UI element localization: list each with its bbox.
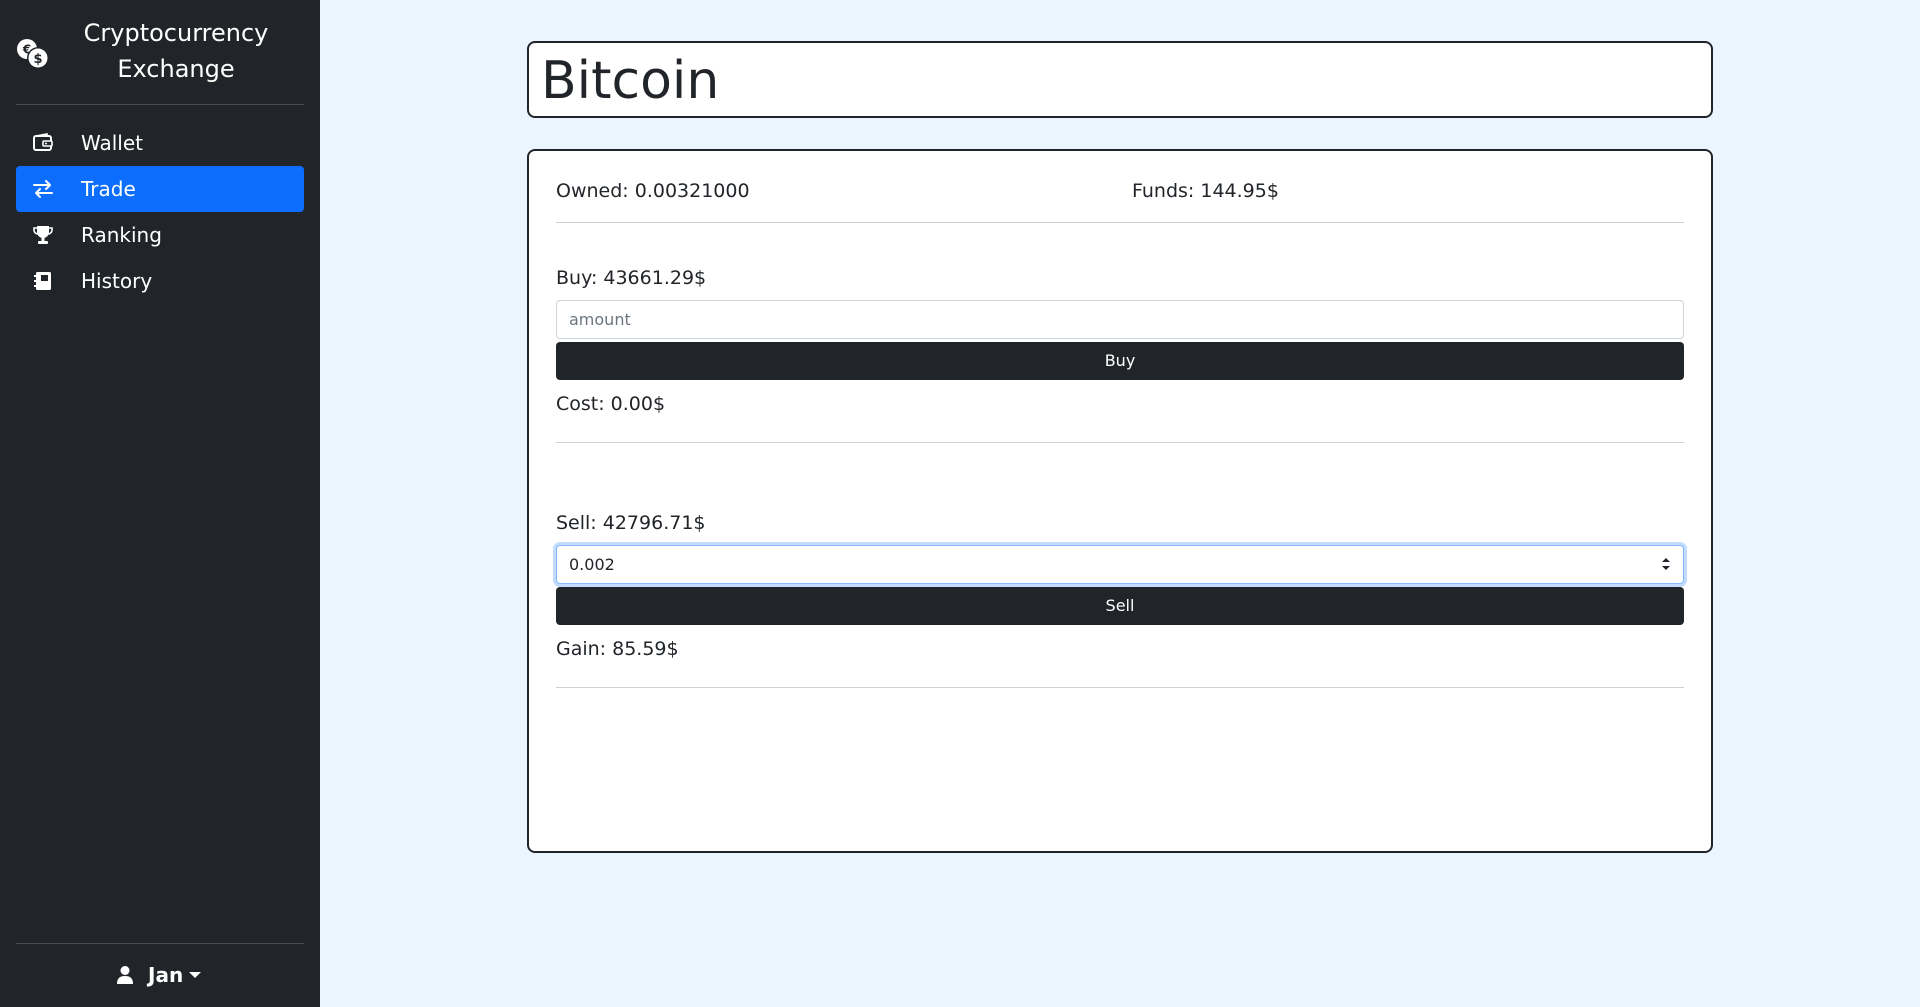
coins-icon: € $ bbox=[17, 39, 49, 69]
caret-down-icon bbox=[189, 972, 202, 978]
page-title: Bitcoin bbox=[541, 51, 720, 111]
sidebar-nav: Wallet Trade Ranking History bbox=[16, 120, 304, 304]
sidebar-item-label: History bbox=[81, 269, 153, 293]
coin-title-box: Bitcoin bbox=[527, 41, 1713, 118]
user-menu-dropdown[interactable]: Jan bbox=[116, 960, 202, 990]
journal-icon bbox=[34, 272, 51, 290]
app-title: Cryptocurrency Exchange bbox=[83, 19, 269, 83]
sell-gain: Gain: 85.59$ bbox=[556, 638, 679, 660]
sell-price: Sell: 42796.71$ bbox=[556, 512, 706, 534]
sidebar-item-trade[interactable]: Trade bbox=[16, 166, 304, 212]
buy-cost: Cost: 0.00$ bbox=[556, 393, 666, 415]
divider bbox=[556, 687, 1684, 688]
buy-price: Buy: 43661.29$ bbox=[556, 267, 707, 289]
sidebar-divider bbox=[16, 943, 304, 944]
sidebar-item-ranking[interactable]: Ranking bbox=[16, 212, 304, 258]
svg-text:$: $ bbox=[33, 52, 42, 67]
sidebar-item-wallet[interactable]: Wallet bbox=[16, 120, 304, 166]
funds-amount: Funds: 144.95$ bbox=[1132, 180, 1279, 202]
person-icon bbox=[117, 966, 133, 984]
sidebar-item-history[interactable]: History bbox=[16, 258, 304, 304]
owned-amount: Owned: 0.00321000 bbox=[556, 180, 750, 202]
number-spinner-icon[interactable] bbox=[1660, 554, 1672, 574]
sidebar-item-label: Wallet bbox=[81, 131, 144, 155]
wallet-icon bbox=[33, 133, 53, 151]
sell-amount-input[interactable] bbox=[556, 545, 1684, 584]
sell-button[interactable]: Sell bbox=[556, 587, 1684, 625]
trophy-icon bbox=[33, 226, 53, 244]
trade-card: Owned: 0.00321000 Funds: 144.95$ Buy: 43… bbox=[527, 149, 1713, 853]
sell-input-wrapper bbox=[529, 545, 1711, 584]
divider bbox=[556, 222, 1684, 223]
buy-amount-input[interactable] bbox=[556, 300, 1684, 339]
sidebar-item-label: Ranking bbox=[81, 223, 162, 247]
divider bbox=[556, 442, 1684, 443]
arrows-exchange-icon bbox=[33, 180, 53, 198]
buy-button[interactable]: Buy bbox=[556, 342, 1684, 380]
sidebar-divider bbox=[16, 104, 304, 105]
sidebar-item-label: Trade bbox=[81, 177, 136, 201]
sidebar: € $ Cryptocurrency Exchange Wallet Trade bbox=[0, 0, 320, 1007]
brand[interactable]: € $ Cryptocurrency Exchange bbox=[0, 0, 320, 104]
user-name: Jan bbox=[148, 963, 184, 987]
